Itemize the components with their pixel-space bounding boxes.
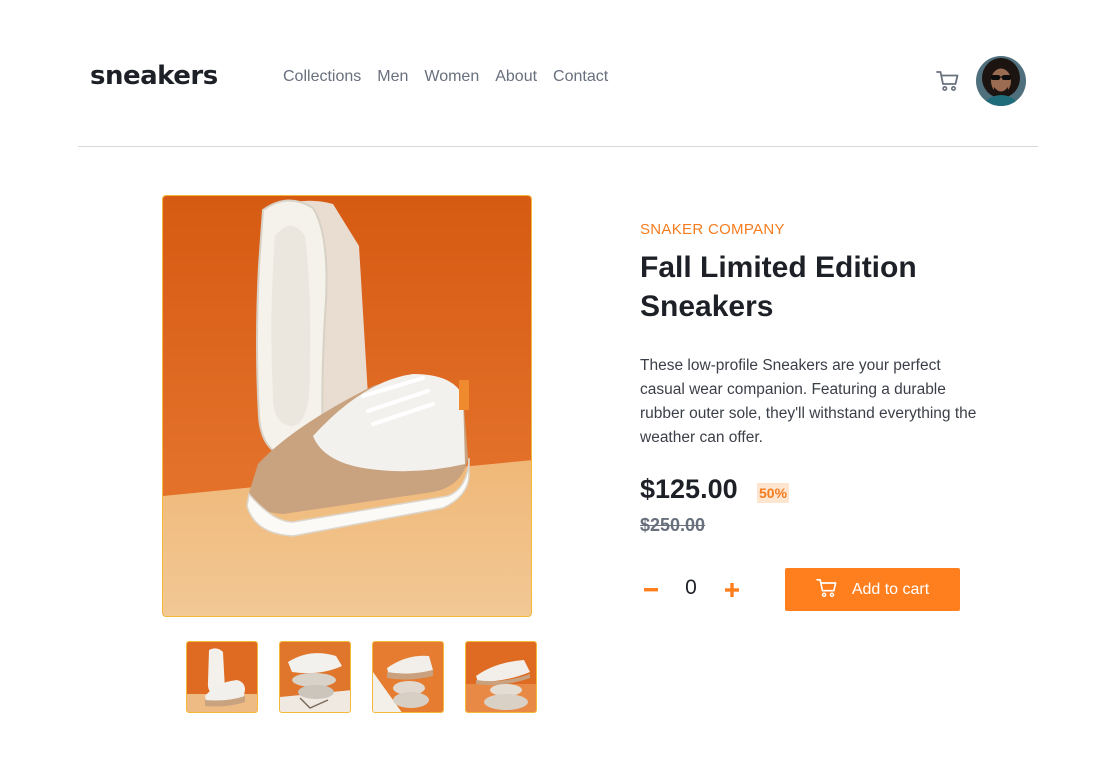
- main-nav: Collections Men Women About Contact: [283, 68, 624, 86]
- thumbnail-list: [186, 641, 537, 713]
- product-description: These low-profile Sneakers are your perf…: [640, 357, 977, 446]
- minus-icon[interactable]: [643, 575, 661, 603]
- thumbnail-4[interactable]: [465, 641, 537, 713]
- nav-men[interactable]: Men: [377, 68, 408, 86]
- add-to-cart-button[interactable]: Add to cart: [785, 568, 960, 611]
- thumbnail-1[interactable]: [186, 641, 258, 713]
- add-to-cart-label: Add to cart: [851, 580, 930, 598]
- current-price: $125.00: [640, 474, 738, 504]
- product-main-image[interactable]: [162, 195, 532, 617]
- company-label: SNAKER COMPANY: [640, 221, 785, 238]
- discount-badge: 50%: [757, 483, 790, 503]
- nav-contact[interactable]: Contact: [553, 68, 608, 86]
- site-header: sneakers Collections Men Women About Con…: [78, 0, 1038, 147]
- cart-icon: [815, 578, 838, 602]
- avatar[interactable]: [976, 56, 1026, 106]
- nav-women[interactable]: Women: [424, 68, 479, 86]
- logo[interactable]: sneakers: [90, 61, 218, 91]
- product-title: Fall Limited Edition Sneakers: [640, 251, 917, 323]
- original-price: $250.00: [640, 515, 706, 535]
- quantity-value: 0: [685, 576, 697, 599]
- thumbnail-3[interactable]: [372, 641, 444, 713]
- plus-icon[interactable]: [723, 579, 741, 601]
- nav-collections[interactable]: Collections: [283, 68, 361, 86]
- thumbnail-2[interactable]: [279, 641, 351, 713]
- nav-about[interactable]: About: [495, 68, 537, 86]
- cart-icon[interactable]: [936, 70, 960, 92]
